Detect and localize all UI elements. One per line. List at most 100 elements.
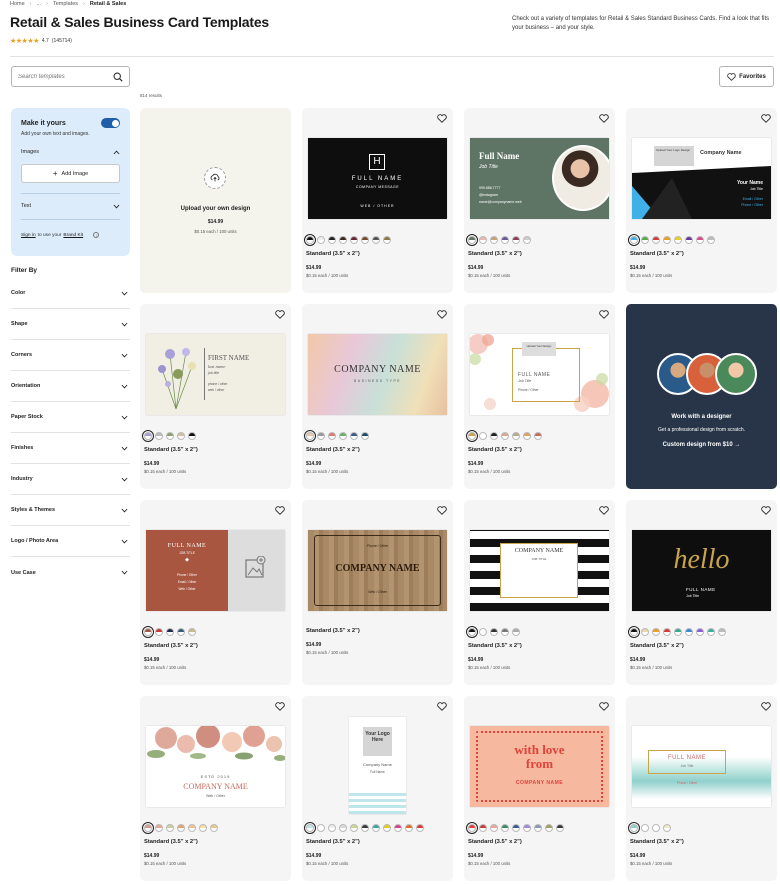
- template-tile[interactable]: with love from COMPANY NAME Standard (3.…: [464, 696, 615, 881]
- color-swatch[interactable]: [674, 236, 682, 244]
- color-swatch[interactable]: [350, 236, 358, 244]
- color-swatch[interactable]: [512, 628, 520, 636]
- search-input[interactable]: [18, 73, 108, 80]
- breadcrumb-ellipsis[interactable]: ...: [37, 1, 42, 7]
- card-preview[interactable]: Phone / Other COMPANY NAME Web / Other: [308, 530, 447, 611]
- color-swatch[interactable]: [501, 628, 509, 636]
- color-swatch[interactable]: [466, 234, 478, 246]
- template-tile[interactable]: ESTD 2019 COMPANY NAME Web / Other Stand…: [140, 696, 291, 881]
- color-swatch[interactable]: [361, 824, 369, 832]
- color-swatch[interactable]: [155, 432, 163, 440]
- card-preview[interactable]: Full Name Job Title 999.888.7777 @instag…: [470, 138, 609, 219]
- color-swatch[interactable]: [490, 432, 498, 440]
- color-swatch[interactable]: [707, 236, 715, 244]
- search-box[interactable]: [11, 66, 130, 87]
- color-swatch[interactable]: [177, 432, 185, 440]
- heart-icon[interactable]: [761, 506, 771, 515]
- color-swatch[interactable]: [479, 628, 487, 636]
- color-swatch[interactable]: [501, 432, 509, 440]
- info-icon[interactable]: i: [93, 232, 100, 238]
- color-swatch[interactable]: [663, 628, 671, 636]
- color-swatch[interactable]: [479, 824, 487, 832]
- heart-icon[interactable]: [599, 702, 609, 711]
- template-tile[interactable]: FULL NAME JOB TITLE ◆ Phone / Other Emai…: [140, 500, 291, 685]
- filter-use-case[interactable]: Use Case: [11, 557, 130, 588]
- card-preview[interactable]: FIRST NAME last name job title phone / o…: [146, 334, 285, 415]
- color-swatch[interactable]: [328, 236, 336, 244]
- color-swatch[interactable]: [523, 432, 531, 440]
- color-swatch[interactable]: [210, 824, 218, 832]
- color-swatch[interactable]: [652, 628, 660, 636]
- card-preview[interactable]: COMPANY NAME JOB TITLE: [470, 530, 609, 611]
- color-swatch[interactable]: [328, 824, 336, 832]
- color-swatch[interactable]: [361, 236, 369, 244]
- color-swatch[interactable]: [523, 236, 531, 244]
- color-swatch[interactable]: [166, 628, 174, 636]
- add-image-button[interactable]: + Add Image: [21, 164, 120, 183]
- color-swatch[interactable]: [556, 824, 564, 832]
- color-swatch[interactable]: [383, 236, 391, 244]
- color-swatch[interactable]: [512, 432, 520, 440]
- heart-icon[interactable]: [437, 114, 447, 123]
- color-swatch[interactable]: [466, 626, 478, 638]
- brand-kit-link[interactable]: Brand Kit: [63, 233, 83, 238]
- color-swatch[interactable]: [339, 432, 347, 440]
- color-swatch[interactable]: [317, 236, 325, 244]
- color-swatch[interactable]: [501, 236, 509, 244]
- color-swatch[interactable]: [155, 824, 163, 832]
- color-swatch[interactable]: [685, 628, 693, 636]
- heart-icon[interactable]: [275, 506, 285, 515]
- color-swatch[interactable]: [466, 822, 478, 834]
- template-tile[interactable]: COMPANY NAME JOB TITLE Standard (3.5" x …: [464, 500, 615, 685]
- color-swatch[interactable]: [328, 432, 336, 440]
- heart-icon[interactable]: [437, 506, 447, 515]
- filter-finishes[interactable]: Finishes: [11, 433, 130, 464]
- color-swatch[interactable]: [394, 824, 402, 832]
- color-swatch[interactable]: [490, 236, 498, 244]
- color-swatch[interactable]: [718, 628, 726, 636]
- card-preview[interactable]: Upload Your Logo Design Company Name You…: [632, 138, 771, 219]
- color-swatch[interactable]: [372, 236, 380, 244]
- color-swatch[interactable]: [512, 236, 520, 244]
- template-tile[interactable]: FULL NAME Job Title Phone / Other Standa…: [626, 696, 777, 881]
- card-preview[interactable]: Your Logo Here Company Name Full Name: [349, 717, 406, 814]
- filter-styles-themes[interactable]: Styles & Themes: [11, 495, 130, 526]
- heart-icon[interactable]: [437, 702, 447, 711]
- color-swatch[interactable]: [641, 236, 649, 244]
- template-tile[interactable]: Upload Your Logo Design Company Name You…: [626, 108, 777, 293]
- card-preview[interactable]: Upload Your Design FULL NAME Job Title P…: [470, 334, 609, 415]
- color-swatch[interactable]: [663, 824, 671, 832]
- color-swatch[interactable]: [188, 824, 196, 832]
- filter-logo-photo-area[interactable]: Logo / Photo Area: [11, 526, 130, 557]
- heart-icon[interactable]: [599, 310, 609, 319]
- color-swatch[interactable]: [479, 236, 487, 244]
- make-it-yours-toggle[interactable]: [101, 118, 120, 128]
- color-swatch[interactable]: [155, 628, 163, 636]
- color-swatch[interactable]: [304, 822, 316, 834]
- color-swatch[interactable]: [466, 430, 478, 442]
- color-swatch[interactable]: [304, 234, 316, 246]
- color-swatch[interactable]: [696, 236, 704, 244]
- template-tile[interactable]: Phone / Other COMPANY NAME Web / Other S…: [302, 500, 453, 685]
- favorites-button[interactable]: Favorites: [719, 66, 774, 87]
- filter-industry[interactable]: Industry: [11, 464, 130, 495]
- color-swatch[interactable]: [304, 430, 316, 442]
- color-swatch[interactable]: [188, 432, 196, 440]
- color-swatch[interactable]: [490, 824, 498, 832]
- color-swatch[interactable]: [707, 628, 715, 636]
- search-icon[interactable]: [113, 71, 123, 82]
- color-swatch[interactable]: [199, 824, 207, 832]
- color-swatch[interactable]: [317, 432, 325, 440]
- heart-icon[interactable]: [761, 702, 771, 711]
- work-with-designer-tile[interactable]: Work with a designer Get a professional …: [626, 304, 777, 489]
- breadcrumb-home[interactable]: Home: [10, 1, 25, 7]
- heart-icon[interactable]: [275, 310, 285, 319]
- template-tile[interactable]: Your Logo Here Company Name Full Name St…: [302, 696, 453, 881]
- template-tile[interactable]: H FULL NAME COMPANY MESSAGE WEB / OTHER …: [302, 108, 453, 293]
- card-preview[interactable]: FULL NAME JOB TITLE ◆ Phone / Other Emai…: [146, 530, 285, 611]
- color-swatch[interactable]: [383, 824, 391, 832]
- color-swatch[interactable]: [142, 430, 154, 442]
- filter-color[interactable]: Color: [11, 278, 130, 309]
- color-swatch[interactable]: [501, 824, 509, 832]
- color-swatch[interactable]: [628, 234, 640, 246]
